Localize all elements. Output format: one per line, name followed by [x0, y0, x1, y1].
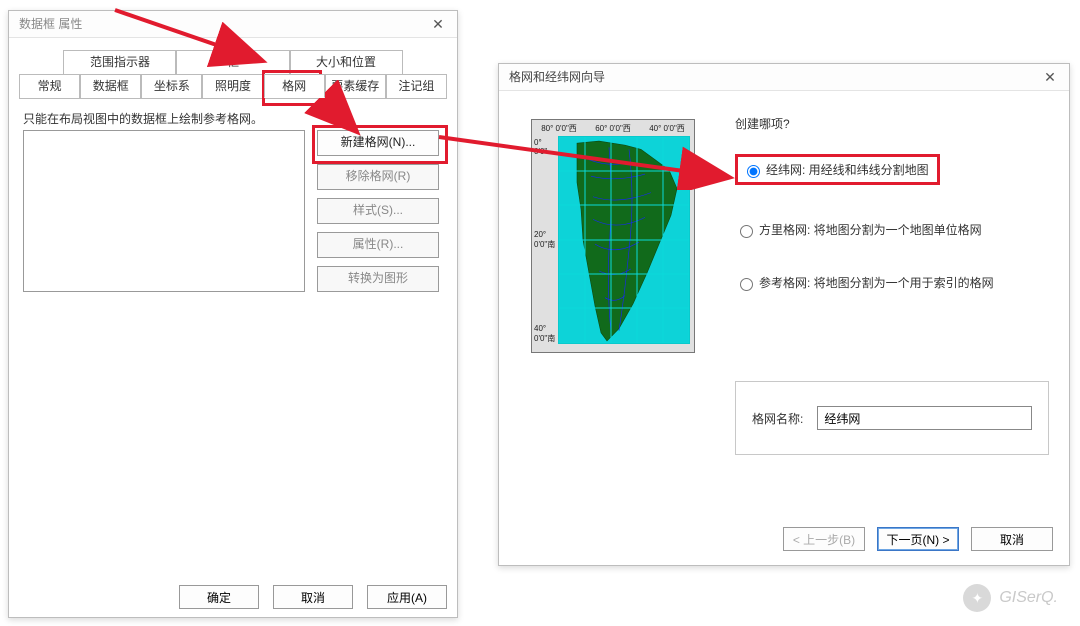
- coord-labels-left: 0° 0'0" 20° 0'0"南 40° 0'0"南: [534, 138, 556, 344]
- dialog-titlebar: 数据框 属性 ✕: [9, 11, 457, 38]
- tab-extent-indicator[interactable]: 范围指示器: [63, 50, 176, 74]
- coord-labels-top: 80° 0'0"西 60° 0'0"西 40° 0'0"西: [532, 123, 694, 134]
- tab-coord-sys[interactable]: 坐标系: [141, 74, 202, 98]
- radio-reference-grid[interactable]: [740, 278, 753, 291]
- coord-label: 40° 0'0"南: [534, 324, 556, 344]
- apply-button[interactable]: 应用(A): [367, 585, 447, 609]
- map-preview: 80° 0'0"西 60° 0'0"西 40° 0'0"西 0° 0'0" 20…: [531, 119, 695, 353]
- wechat-icon: ✦: [963, 584, 991, 612]
- radio-graticule[interactable]: [747, 165, 760, 178]
- tab-general[interactable]: 常规: [19, 74, 80, 98]
- close-icon[interactable]: ✕: [1031, 64, 1069, 90]
- dialog-titlebar: 格网和经纬网向导 ✕: [499, 64, 1069, 91]
- data-frame-properties-dialog: 数据框 属性 ✕ 范围指示器 框 大小和位置 常规 数据框 坐标系 照明度 格网…: [8, 10, 458, 618]
- grid-name-input[interactable]: [817, 406, 1032, 430]
- cancel-button[interactable]: 取消: [971, 527, 1053, 551]
- radio-label: 经纬网: 用经线和纬线分割地图: [766, 161, 929, 178]
- wizard-options: 创建哪项? 经纬网: 用经线和纬线分割地图 方里格网: 将地图分割为一个地图单位…: [735, 115, 1049, 327]
- tab-grids[interactable]: 格网: [264, 74, 325, 98]
- radio-reference-grid-row[interactable]: 参考格网: 将地图分割为一个用于索引的格网: [735, 274, 1049, 291]
- tab-spacer: [19, 50, 63, 74]
- highlight-box: 经纬网: 用经线和纬线分割地图: [735, 154, 940, 185]
- dialog-title: 格网和经纬网向导: [509, 70, 605, 84]
- wizard-buttons: < 上一步(B) 下一页(N) > 取消: [783, 527, 1053, 551]
- grid-name-field: 格网名称:: [735, 381, 1049, 455]
- tab-frame[interactable]: 框: [176, 50, 289, 74]
- coord-label: 20° 0'0"南: [534, 230, 556, 250]
- coord-label: 80° 0'0"西: [541, 123, 577, 134]
- map-area: [558, 136, 690, 344]
- remove-grid-button: 移除格网(R): [317, 164, 439, 190]
- watermark-text: GISerQ.: [999, 589, 1058, 607]
- tab-annotation-groups[interactable]: 注记组: [386, 74, 447, 98]
- coord-label: 0° 0'0": [534, 138, 556, 156]
- radio-label: 方里格网: 将地图分割为一个地图单位格网: [759, 221, 982, 238]
- tab-strip: 范围指示器 框 大小和位置 常规 数据框 坐标系 照明度 格网 要素缓存 注记组: [19, 50, 447, 100]
- tab-dataframe[interactable]: 数据框: [80, 74, 141, 98]
- cancel-button[interactable]: 取消: [273, 585, 353, 609]
- close-icon[interactable]: ✕: [419, 11, 457, 37]
- radio-measured-grid[interactable]: [740, 225, 753, 238]
- grid-name-label: 格网名称:: [752, 410, 803, 427]
- style-button: 样式(S)...: [317, 198, 439, 224]
- question-label: 创建哪项?: [735, 115, 1049, 132]
- tab-illumination[interactable]: 照明度: [202, 74, 263, 98]
- watermark: ✦ GISerQ.: [963, 584, 1058, 612]
- new-grid-button[interactable]: 新建格网(N)...: [317, 130, 439, 156]
- wizard-body: 80° 0'0"西 60° 0'0"西 40° 0'0"西 0° 0'0" 20…: [499, 91, 1069, 521]
- grids-listbox[interactable]: [23, 130, 305, 292]
- ok-button[interactable]: 确定: [179, 585, 259, 609]
- coord-label: 60° 0'0"西: [595, 123, 631, 134]
- dialog-buttons: 确定 取消 应用(A): [179, 585, 447, 609]
- tab-spacer: [403, 50, 447, 74]
- grids-panel: 只能在布局视图中的数据框上绘制参考格网。 新建格网(N)... 移除格网(R) …: [9, 100, 457, 127]
- tab-feature-cache[interactable]: 要素缓存: [325, 74, 386, 98]
- tab-size-position[interactable]: 大小和位置: [290, 50, 403, 74]
- next-button[interactable]: 下一页(N) >: [877, 527, 959, 551]
- info-message: 只能在布局视图中的数据框上绘制参考格网。: [23, 110, 447, 127]
- dialog-title: 数据框 属性: [19, 17, 82, 31]
- convert-button: 转换为图形: [317, 266, 439, 292]
- coord-label: 40° 0'0"西: [649, 123, 685, 134]
- radio-graticule-row[interactable]: 经纬网: 用经线和纬线分割地图: [735, 154, 1049, 185]
- radio-measured-grid-row[interactable]: 方里格网: 将地图分割为一个地图单位格网: [735, 221, 1049, 238]
- properties-button: 属性(R)...: [317, 232, 439, 258]
- grid-wizard-dialog: 格网和经纬网向导 ✕ 80° 0'0"西 60° 0'0"西 40° 0'0"西…: [498, 63, 1070, 566]
- radio-label: 参考格网: 将地图分割为一个用于索引的格网: [759, 274, 994, 291]
- back-button: < 上一步(B): [783, 527, 865, 551]
